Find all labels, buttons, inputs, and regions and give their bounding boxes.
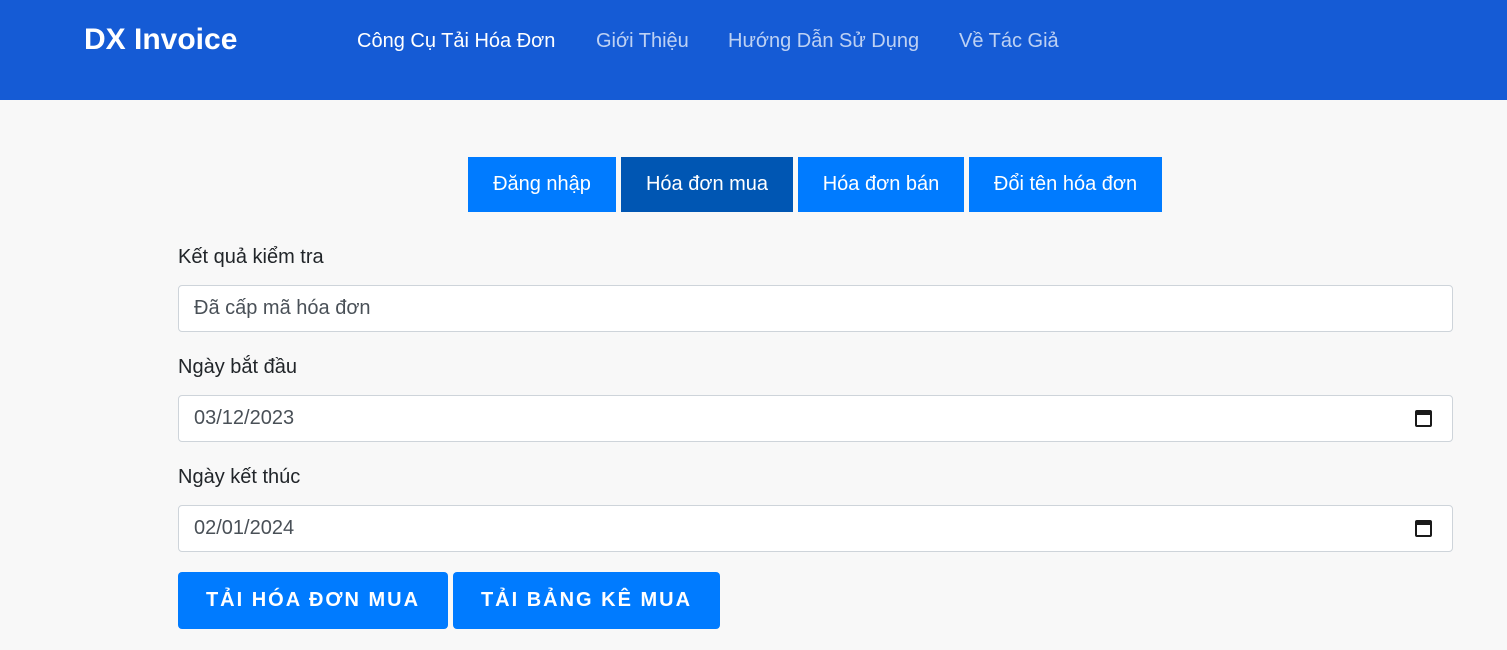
download-purchase-invoices-button[interactable]: TẢI HÓA ĐƠN MUA: [178, 572, 448, 629]
end-date-input[interactable]: 02/01/2024: [178, 505, 1453, 552]
check-result-select[interactable]: Đã cấp mã hóa đơn: [178, 285, 1453, 332]
start-date-value: 03/12/2023: [194, 407, 295, 429]
tab-sales-invoices[interactable]: Hóa đơn bán: [798, 157, 964, 212]
nav-link-author[interactable]: Về Tác Giả: [959, 29, 1059, 53]
top-navbar: DX Invoice Công Cụ Tải Hóa Đơn Giới Thiệ…: [0, 0, 1507, 100]
brand-logo[interactable]: DX Invoice: [84, 22, 237, 58]
nav-link-about[interactable]: Giới Thiệu: [596, 29, 689, 53]
tab-rename-invoices[interactable]: Đổi tên hóa đơn: [969, 157, 1162, 212]
nav-link-download-tool[interactable]: Công Cụ Tải Hóa Đơn: [357, 29, 555, 53]
download-purchase-list-button[interactable]: TẢI BẢNG KÊ MUA: [453, 572, 720, 629]
check-result-label: Kết quả kiểm tra: [178, 246, 324, 268]
calendar-icon[interactable]: [1415, 520, 1432, 537]
start-date-input[interactable]: 03/12/2023: [178, 395, 1453, 442]
calendar-icon[interactable]: [1415, 410, 1432, 427]
tab-login[interactable]: Đăng nhập: [468, 157, 616, 212]
tab-purchase-invoices[interactable]: Hóa đơn mua: [621, 157, 793, 212]
end-date-value: 02/01/2024: [194, 517, 295, 539]
check-result-value: Đã cấp mã hóa đơn: [194, 297, 371, 319]
nav-link-user-guide[interactable]: Hướng Dẫn Sử Dụng: [728, 29, 919, 53]
start-date-label: Ngày bắt đầu: [178, 356, 297, 378]
end-date-label: Ngày kết thúc: [178, 466, 301, 488]
